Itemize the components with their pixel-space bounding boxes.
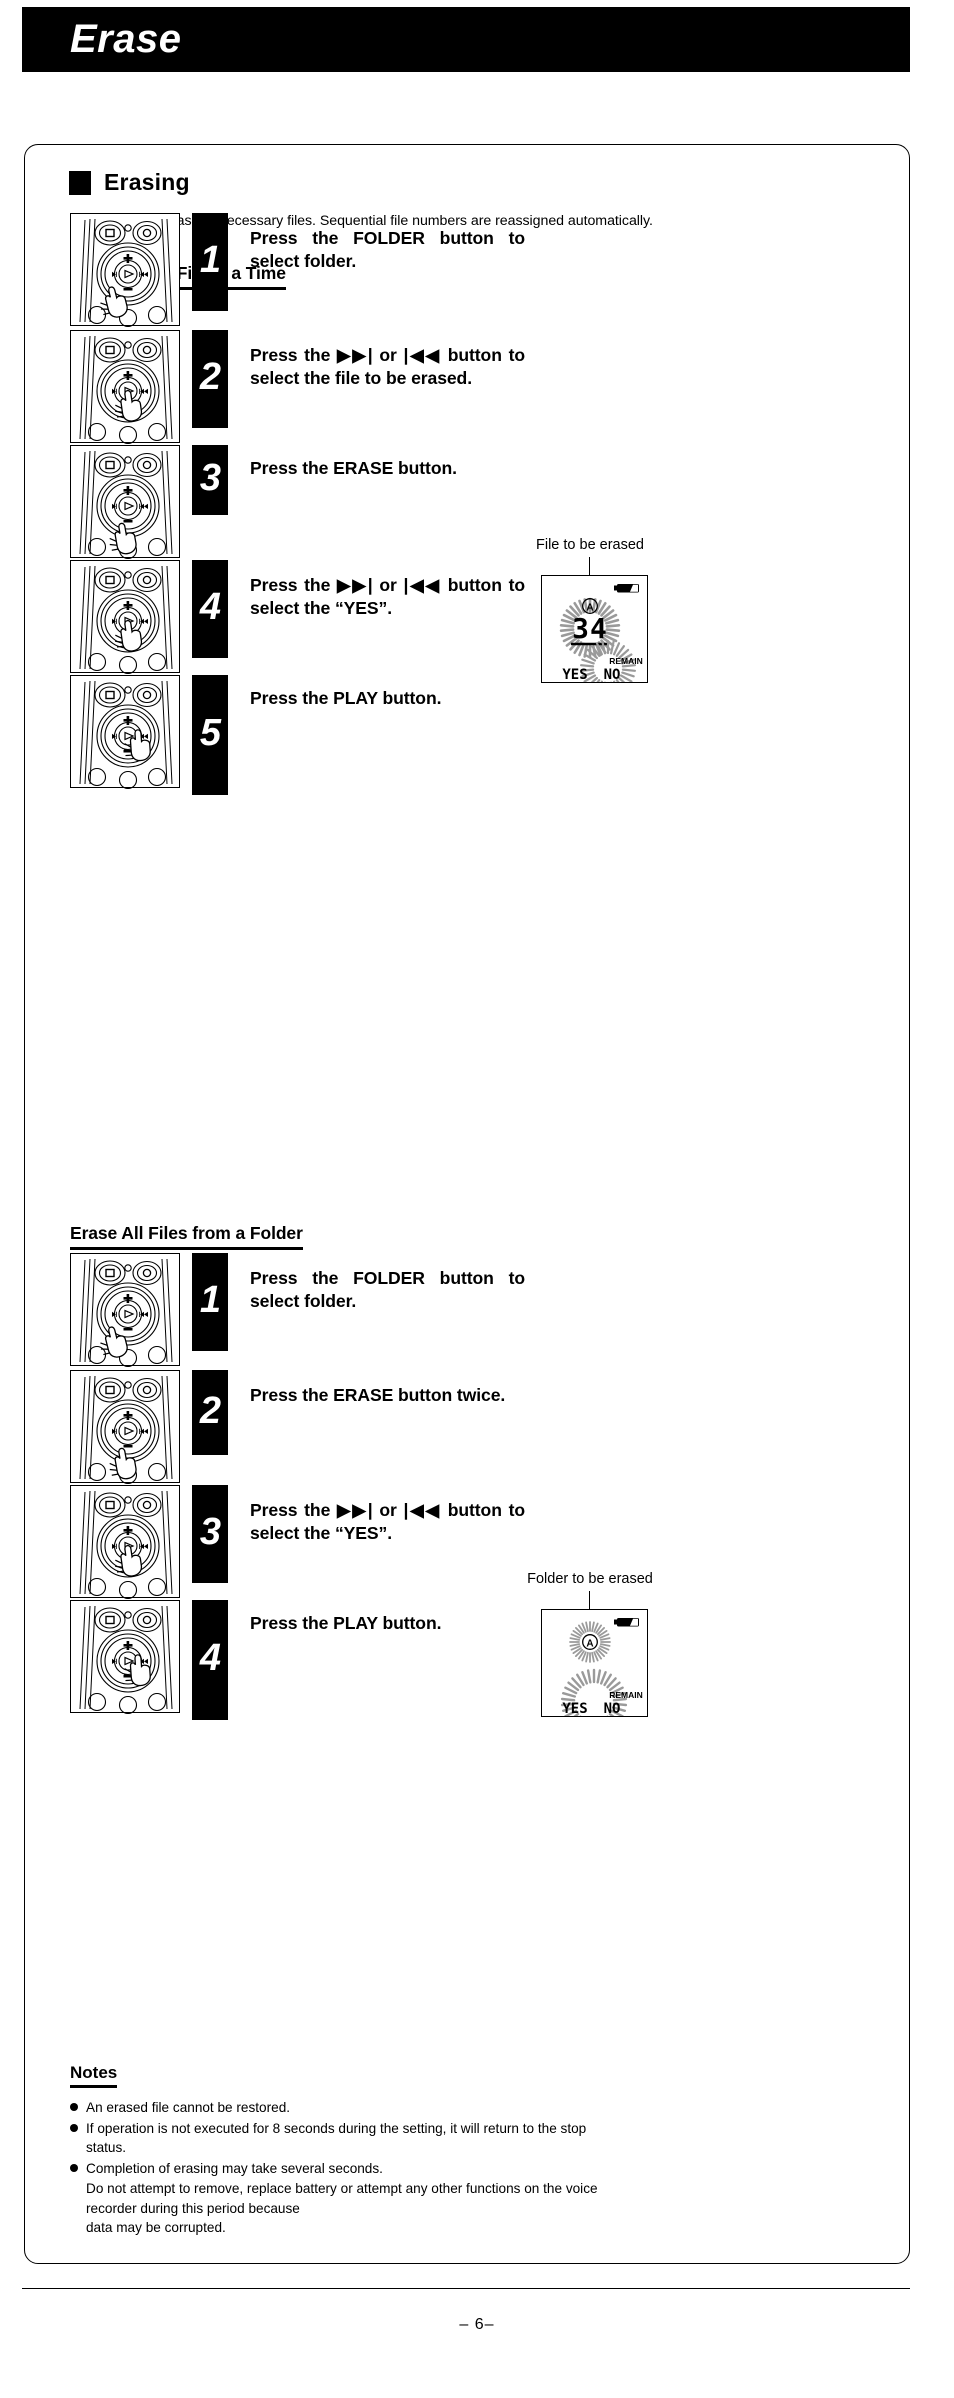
lcd-file-to-be-erased-screen: A 34 REMAIN YES NO xyxy=(541,575,648,683)
note-continuation-line: recorder during this period because xyxy=(86,2200,300,2216)
recorder-control-panel-illustration xyxy=(70,675,180,790)
bullet-dot-icon xyxy=(70,2123,78,2132)
lcd-file-to-be-erased-caption: File to be erased xyxy=(535,537,644,553)
step-number-badge: 4 xyxy=(192,560,228,658)
bullet-dot-icon xyxy=(70,2103,78,2111)
note-continuation-line: data may be corrupted. xyxy=(86,2220,226,2236)
step-instruction-text: Press the PLAY button. xyxy=(250,1613,442,1633)
note-continuation-line: Do not attempt to remove, replace batter… xyxy=(86,2180,598,2196)
lcd-file-to-be-erased-callout: File to be erased A 34 REMAIN YES NO xyxy=(465,537,715,683)
page-title: Erase xyxy=(70,17,182,61)
subheading-erase-all-files: Erase All Files from a Folder xyxy=(70,1223,303,1250)
battery-icon xyxy=(614,1618,639,1627)
recorder-control-panel-illustration xyxy=(70,1485,180,1600)
note-item: An erased file cannot be restored. xyxy=(70,2098,615,2118)
note-text: If operation is not executed for 8 secon… xyxy=(86,2120,587,2136)
recorder-control-panel-illustration xyxy=(70,213,180,328)
step-instruction-text: Press the ▶▶| or |◀◀ button to select th… xyxy=(250,345,525,389)
battery-icon xyxy=(614,584,639,593)
recorder-control-panel-illustration xyxy=(70,1600,180,1715)
note-item: If operation is not executed for 8 secon… xyxy=(70,2119,615,2158)
svg-text:REMAIN: REMAIN xyxy=(609,656,643,666)
note-text: Completion of erasing may take several s… xyxy=(86,2161,383,2177)
content-card: Erasing You can easily erase unnecessary… xyxy=(24,144,910,2264)
step-instruction-text: Press the ▶▶| or |◀◀ button to select th… xyxy=(250,1500,525,1544)
step-number-badge: 3 xyxy=(192,445,228,515)
svg-text:REMAIN: REMAIN xyxy=(609,1690,643,1700)
step-instruction-text: Press the FOLDER button to select folder… xyxy=(250,228,525,272)
step-number-badge: 2 xyxy=(192,330,228,428)
step-number-badge: 2 xyxy=(192,1370,228,1455)
section-header: Erasing xyxy=(69,169,190,196)
section-title: Erasing xyxy=(104,169,190,195)
recorder-control-panel-illustration xyxy=(70,1370,180,1485)
step-instruction-text: Press the ERASE button twice. xyxy=(250,1385,506,1405)
pointing-hand-icon xyxy=(115,1544,143,1577)
step-instruction-text: Press the FOLDER button to select folder… xyxy=(250,1268,525,1312)
note-continuation-line: status. xyxy=(86,2140,127,2156)
footer-divider xyxy=(22,2288,910,2289)
svg-text:A: A xyxy=(586,1638,593,1649)
step-instruction-text: Press the ERASE button. xyxy=(250,458,457,478)
notes-list: An erased file cannot be restored. If ope… xyxy=(70,2098,615,2239)
pointing-hand-icon xyxy=(115,389,143,422)
recorder-control-panel-illustration xyxy=(70,445,180,560)
recorder-control-panel-illustration xyxy=(70,330,180,445)
notes-title: Notes xyxy=(70,2063,118,2088)
svg-text:YES: YES xyxy=(562,1701,587,1717)
svg-text:34: 34 xyxy=(572,612,608,645)
pointing-hand-icon xyxy=(115,619,143,652)
step-instruction-text: Press the ▶▶| or |◀◀ button to select th… xyxy=(250,575,525,619)
svg-text:YES: YES xyxy=(562,667,587,683)
step-number-badge: 3 xyxy=(192,1485,228,1583)
step-number-badge: 5 xyxy=(192,675,228,795)
svg-text:NO: NO xyxy=(604,1701,621,1717)
step-instruction-text: Press the PLAY button. xyxy=(250,688,442,708)
page-number: – 6– xyxy=(459,2316,495,2333)
page-banner: Erase xyxy=(22,7,910,72)
lcd-folder-to-be-erased-callout: Folder to be erased A REMAIN YES NO xyxy=(465,1571,715,1717)
step-number-badge: 4 xyxy=(192,1600,228,1720)
note-text: An erased file cannot be restored. xyxy=(86,2100,291,2115)
step-number-badge: 1 xyxy=(192,1253,228,1351)
step-number-badge: 1 xyxy=(192,213,228,311)
svg-text:NO: NO xyxy=(604,667,621,683)
black-square-bullet-icon xyxy=(69,170,91,195)
lcd-folder-to-be-erased-caption: Folder to be erased xyxy=(527,1571,653,1587)
lcd-folder-to-be-erased-screen: A REMAIN YES NO xyxy=(541,1609,648,1717)
recorder-control-panel-illustration xyxy=(70,560,180,675)
bullet-dot-icon xyxy=(70,2164,78,2173)
recorder-control-panel-illustration xyxy=(70,1253,180,1368)
note-item: Completion of erasing may take several s… xyxy=(70,2159,615,2238)
